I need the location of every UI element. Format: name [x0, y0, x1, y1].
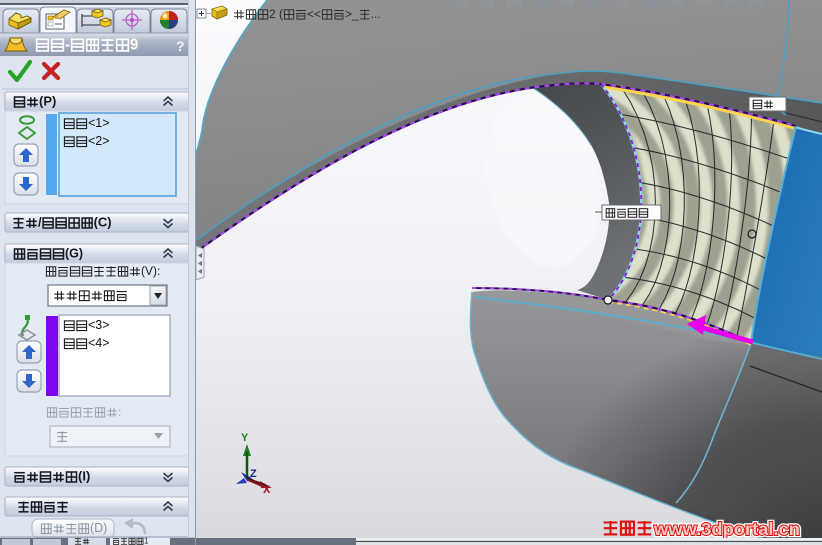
svg-text:(G): (G) [65, 246, 83, 261]
svg-text:<3>: <3> [88, 317, 110, 332]
svg-text:...: ... [371, 7, 381, 21]
svg-text:<1>: <1> [88, 115, 110, 130]
svg-text:?: ? [176, 38, 185, 54]
svg-text:1: 1 [144, 537, 149, 545]
svg-text:<<: << [307, 7, 321, 21]
svg-text:(D): (D) [90, 520, 107, 535]
svg-text:www.3dportal.cn: www.3dportal.cn [653, 519, 800, 539]
svg-text:<4>: <4> [88, 335, 110, 350]
svg-text::: : [118, 405, 121, 419]
svg-text:Y: Y [241, 432, 249, 444]
svg-text:2 (: 2 ( [269, 7, 283, 21]
svg-text:(P): (P) [39, 94, 56, 109]
svg-text:-: - [65, 36, 70, 53]
svg-text:(V):: (V): [141, 264, 160, 278]
svg-text:/: / [38, 215, 42, 230]
svg-text:>_: >_ [345, 7, 359, 21]
svg-text:(C): (C) [94, 215, 112, 230]
svg-text:9: 9 [130, 36, 138, 53]
svg-text:X: X [263, 484, 271, 496]
svg-text:<2>: <2> [88, 133, 110, 148]
svg-text:(I): (I) [78, 469, 90, 484]
svg-text:Z: Z [250, 468, 257, 480]
